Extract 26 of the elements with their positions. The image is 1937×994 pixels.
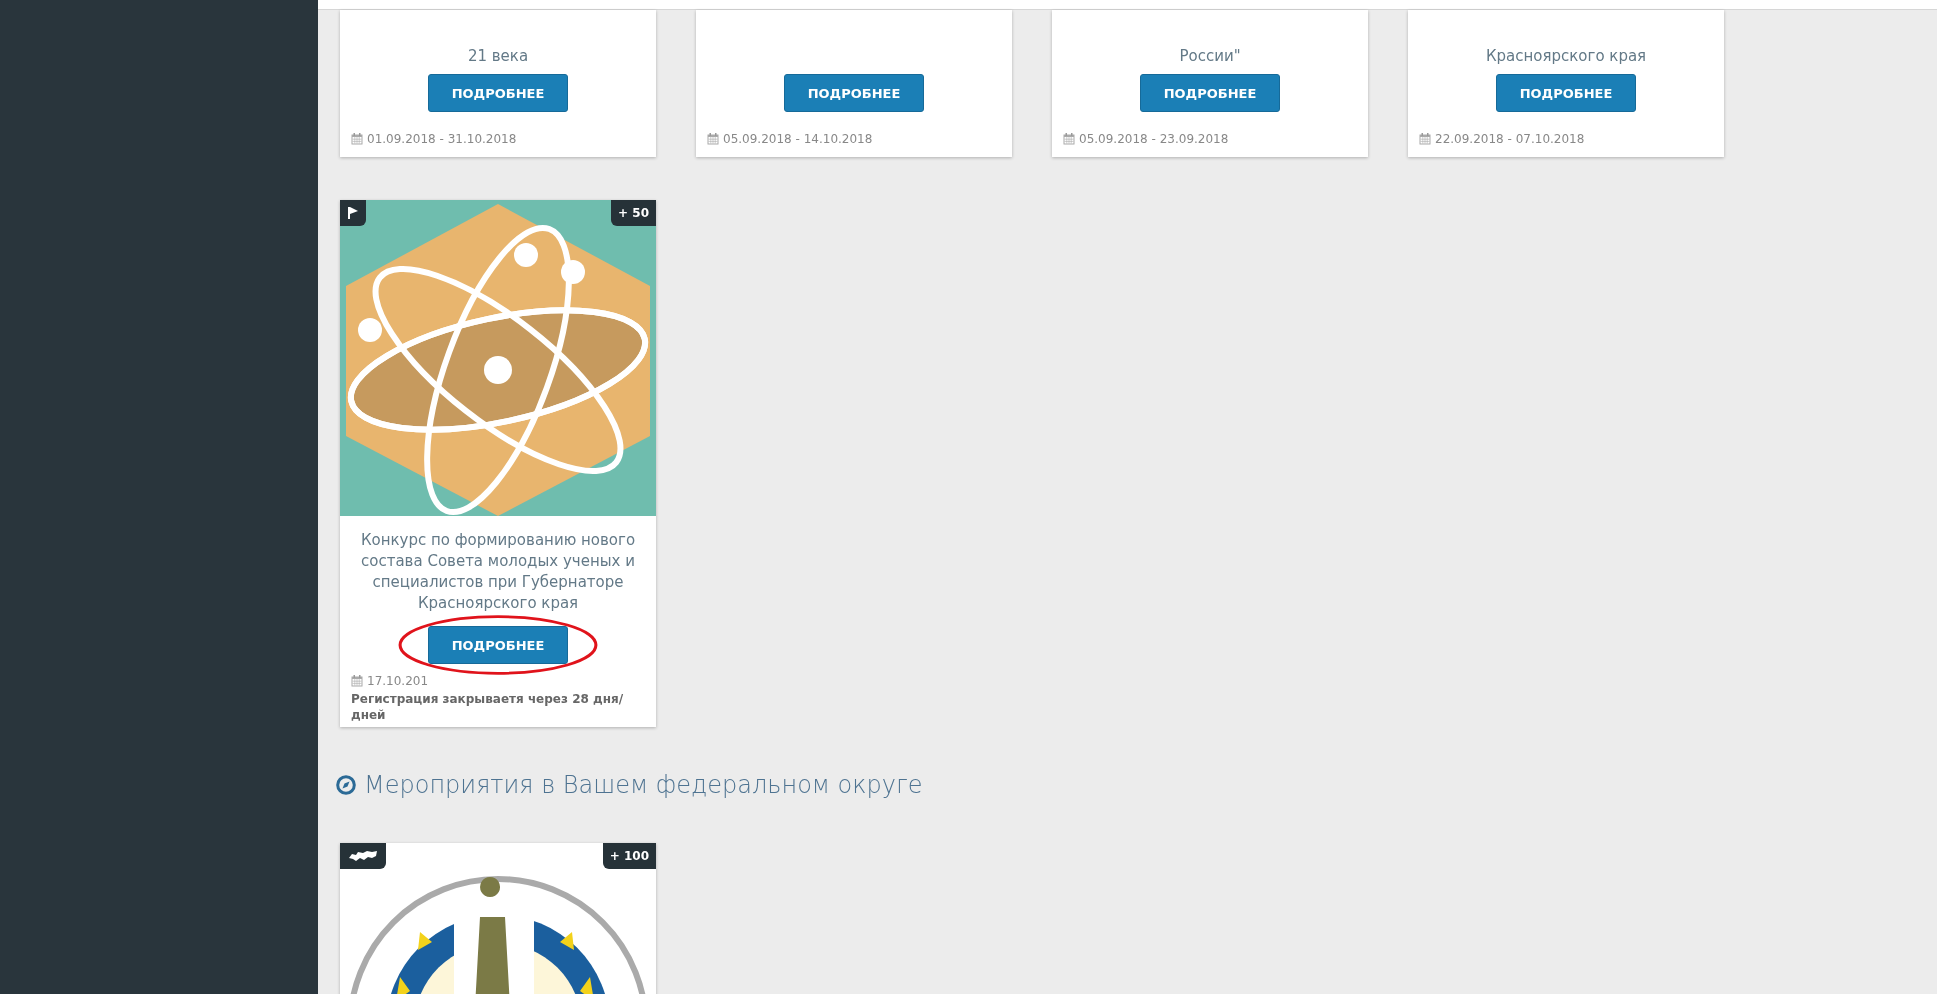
points-badge: + 50 bbox=[611, 200, 656, 226]
event-dates: 05.09.2018 - 23.09.2018 bbox=[1079, 132, 1229, 146]
compass-icon bbox=[336, 775, 356, 795]
event-dates: 05.09.2018 - 14.10.2018 bbox=[723, 132, 873, 146]
flag-icon bbox=[347, 206, 359, 220]
registration-note: Регистрация закрываетя через 28 дня/ дней bbox=[350, 691, 625, 723]
section-title: Мероприятия в Вашем федеральном округе bbox=[364, 771, 923, 799]
card-title: 21 века bbox=[467, 46, 529, 66]
calendar-icon bbox=[351, 133, 363, 145]
details-button[interactable]: ПОДРОБНЕЕ bbox=[1140, 74, 1280, 112]
event-dates: 17.10.201 bbox=[367, 674, 429, 688]
calendar-icon bbox=[1063, 133, 1075, 145]
event-dates: 01.09.2018 - 31.10.2018 bbox=[367, 132, 517, 146]
points-badge: + 100 bbox=[602, 843, 656, 869]
calendar-icon bbox=[707, 133, 719, 145]
card-title: Красноярского края bbox=[1485, 46, 1647, 66]
map-icon bbox=[348, 849, 378, 863]
card-title: Конкурс по формированию нового состава Совета молодых ученых и специалистов при Губернаторе Красноярского края bbox=[359, 530, 637, 614]
card-title: России" bbox=[1179, 46, 1241, 66]
details-button[interactable]: ПОДРОБНЕЕ bbox=[1496, 74, 1636, 112]
details-button[interactable]: ПОДРОБНЕЕ bbox=[428, 74, 568, 112]
calendar-icon bbox=[351, 675, 363, 687]
details-button[interactable]: ПОДРОБНЕЕ bbox=[428, 626, 568, 664]
details-button[interactable]: ПОДРОБНЕЕ bbox=[784, 74, 924, 112]
event-dates: 22.09.2018 - 07.10.2018 bbox=[1435, 132, 1585, 146]
calendar-icon bbox=[1419, 133, 1431, 145]
